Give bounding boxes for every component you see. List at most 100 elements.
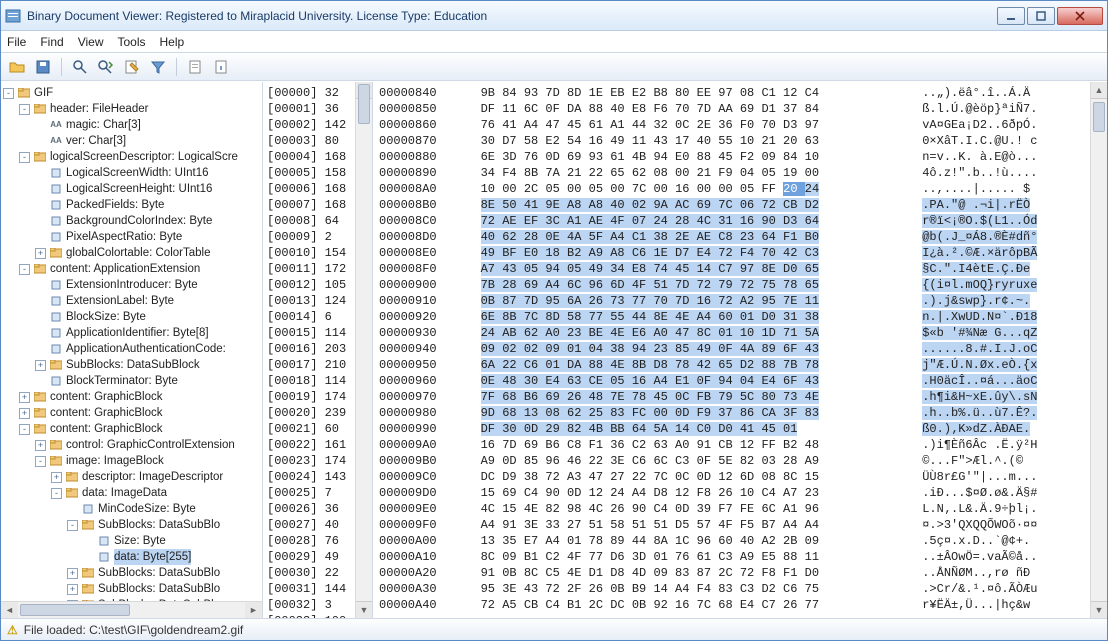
hex-row[interactable]: 00000880 6E 3D 76 0D 69 93 61 4B 94 E0 8… (379, 149, 1084, 165)
hex-row[interactable]: 000009C0 DC D9 38 72 A3 47 27 22 7C 0C 0… (379, 469, 1084, 485)
hex-row[interactable]: 00000890 34 F4 8B 7A 21 22 65 62 08 00 2… (379, 165, 1084, 181)
collapse-icon[interactable]: - (51, 488, 62, 499)
info-icon[interactable] (211, 57, 231, 77)
tree-row[interactable]: AAmagic: Char[3] (3, 117, 260, 133)
offset-row[interactable]: [00005] 158 (267, 165, 351, 181)
tree-row[interactable]: LogicalScreenHeight: UInt16 (3, 181, 260, 197)
expand-icon[interactable]: + (19, 392, 30, 403)
tree-row[interactable]: -logicalScreenDescriptor: LogicalScre (3, 149, 260, 165)
tree-row[interactable]: +content: GraphicBlock (3, 405, 260, 421)
tree-row[interactable]: +control: GraphicControlExtension (3, 437, 260, 453)
tree-row[interactable]: +content: GraphicBlock (3, 389, 260, 405)
hex-row[interactable]: 000008B0 8E 50 41 9E A8 A8 40 02 9A AC 6… (379, 197, 1084, 213)
offset-row[interactable]: [00003] 80 (267, 133, 351, 149)
offset-row[interactable]: [00007] 168 (267, 197, 351, 213)
offset-row[interactable]: [00001] 36 (267, 101, 351, 117)
offset-row[interactable]: [00011] 172 (267, 261, 351, 277)
offset-row[interactable]: [00025] 7 (267, 485, 351, 501)
tree-row[interactable]: BlockSize: Byte (3, 309, 260, 325)
collapse-icon[interactable]: - (35, 456, 46, 467)
menu-help[interactable]: Help (160, 35, 185, 49)
offset-row[interactable]: [00000] 32 (267, 85, 351, 101)
tree-row[interactable]: +globalColortable: ColorTable (3, 245, 260, 261)
tree-row[interactable]: BackgroundColorIndex: Byte (3, 213, 260, 229)
hex-row[interactable]: 00000990 DF 30 0D 29 82 4B BB 64 5A 14 C… (379, 421, 1084, 437)
offset-row[interactable]: [00024] 143 (267, 469, 351, 485)
tree-row[interactable]: ApplicationAuthenticationCode: (3, 341, 260, 357)
expand-icon[interactable]: + (51, 472, 62, 483)
expand-icon[interactable]: + (67, 568, 78, 579)
tree-row[interactable]: -content: GraphicBlock (3, 421, 260, 437)
offset-row[interactable]: [00016] 203 (267, 341, 351, 357)
tree-row[interactable]: LogicalScreenWidth: UInt16 (3, 165, 260, 181)
hex-row[interactable]: 00000A30 95 3E 43 72 2F 26 0B B9 14 A4 F… (379, 581, 1084, 597)
tree-row[interactable]: +SubBlocks: DataSubBlock (3, 357, 260, 373)
offset-row[interactable]: [00029] 49 (267, 549, 351, 565)
offset-row[interactable]: [00018] 114 (267, 373, 351, 389)
hex-row[interactable]: 00000980 9D 68 13 08 62 25 83 FC 00 0D F… (379, 405, 1084, 421)
find-icon[interactable] (70, 57, 90, 77)
tree-hscroll[interactable]: ◄► (1, 601, 262, 618)
hex-row[interactable]: 00000860 76 41 A4 47 45 61 A1 44 32 0C 2… (379, 117, 1084, 133)
offset-row[interactable]: [00015] 114 (267, 325, 351, 341)
collapse-icon[interactable]: - (67, 520, 78, 531)
tree-row[interactable]: -GIF (3, 85, 260, 101)
expand-icon[interactable]: + (35, 360, 46, 371)
tree-row[interactable]: ExtensionIntroducer: Byte (3, 277, 260, 293)
offset-row[interactable]: [00031] 144 (267, 581, 351, 597)
offset-row[interactable]: [00027] 40 (267, 517, 351, 533)
tree-row[interactable]: Size: Byte (3, 533, 260, 549)
hex-row[interactable]: 00000A20 91 0B 8C C5 4E D1 D8 4D 09 83 8… (379, 565, 1084, 581)
hex-row[interactable]: 00000940 09 02 02 09 01 04 38 94 23 85 4… (379, 341, 1084, 357)
hex-row[interactable]: 00000850 DF 11 6C 0F DA 88 40 E8 F6 70 7… (379, 101, 1084, 117)
tree-row[interactable]: +SubBlocks: DataSubBlo (3, 565, 260, 581)
offset-row[interactable]: [00004] 168 (267, 149, 351, 165)
expand-icon[interactable]: + (19, 408, 30, 419)
offset-row[interactable]: [00019] 174 (267, 389, 351, 405)
offset-row[interactable]: [00013] 124 (267, 293, 351, 309)
hex-row[interactable]: 00000920 6E 8B 7C 8D 58 77 55 44 8E 4E A… (379, 309, 1084, 325)
tree-row[interactable]: -content: ApplicationExtension (3, 261, 260, 277)
offset-row[interactable]: [00020] 239 (267, 405, 351, 421)
collapse-icon[interactable]: - (19, 264, 30, 275)
hex-vscroll[interactable]: ▲▼ (1090, 82, 1107, 618)
hex-row[interactable]: 000008D0 40 62 28 0E 4A 5F A4 C1 38 2E A… (379, 229, 1084, 245)
tree-row[interactable]: +descriptor: ImageDescriptor (3, 469, 260, 485)
hex-row[interactable]: 00000840 9B 84 93 7D 8D 1E EB E2 B8 80 E… (379, 85, 1084, 101)
tree-row[interactable]: MinCodeSize: Byte (3, 501, 260, 517)
menu-find[interactable]: Find (40, 35, 63, 49)
hex-row[interactable]: 000009B0 A9 0D 85 96 46 22 3E C6 6C C3 0… (379, 453, 1084, 469)
hex-row[interactable]: 00000A40 72 A5 CB C4 B1 2C DC 0B 92 16 7… (379, 597, 1084, 613)
offset-row[interactable]: [00008] 64 (267, 213, 351, 229)
hex-row[interactable]: 00000A00 13 35 E7 A4 01 78 89 44 8A 1C 9… (379, 533, 1084, 549)
offset-row[interactable]: [00023] 174 (267, 453, 351, 469)
offset-row[interactable]: [00032] 3 (267, 597, 351, 613)
tree-row[interactable]: +SubBlocks: DataSubBlo (3, 581, 260, 597)
tree-row[interactable]: PixelAspectRatio: Byte (3, 229, 260, 245)
tree-row[interactable]: -data: ImageData (3, 485, 260, 501)
open-icon[interactable] (7, 57, 27, 77)
find-next-icon[interactable] (96, 57, 116, 77)
hex-row[interactable]: 00000960 0E 48 30 E4 63 CE 05 16 A4 E1 0… (379, 373, 1084, 389)
tree-row[interactable]: ExtensionLabel: Byte (3, 293, 260, 309)
close-button[interactable] (1057, 7, 1103, 25)
hex-row[interactable]: 000009A0 16 7D 69 B6 C8 F1 36 C2 63 A0 9… (379, 437, 1084, 453)
offset-row[interactable]: [00028] 76 (267, 533, 351, 549)
hex-row[interactable]: 000009D0 15 69 C4 90 0D 12 24 A4 D8 12 F… (379, 485, 1084, 501)
hex-row[interactable]: 00000900 7B 28 69 A4 6C 96 6D 4F 51 7D 7… (379, 277, 1084, 293)
offsets-list[interactable]: [00000] 32[00001] 36[00002] 142[00003] 8… (263, 82, 355, 618)
menu-file[interactable]: File (7, 35, 26, 49)
structure-tree[interactable]: -GIF-header: FileHeaderAAmagic: Char[3]A… (1, 82, 262, 601)
offset-row[interactable]: [00002] 142 (267, 117, 351, 133)
hex-row[interactable]: 00000930 24 AB 62 A0 23 BE 4E E6 A0 47 8… (379, 325, 1084, 341)
hex-row[interactable]: 00000870 30 D7 58 E2 54 16 49 11 43 17 4… (379, 133, 1084, 149)
offset-row[interactable]: [00014] 6 (267, 309, 351, 325)
expand-icon[interactable]: + (67, 584, 78, 595)
hex-row[interactable]: 000008F0 A7 43 05 94 05 49 34 E8 74 45 1… (379, 261, 1084, 277)
offset-row[interactable]: [00022] 161 (267, 437, 351, 453)
hex-row[interactable]: 000008E0 49 BF E0 18 B2 A9 A8 C6 1E D7 E… (379, 245, 1084, 261)
hex-row[interactable]: 000009F0 A4 91 3E 33 27 51 58 51 51 D5 5… (379, 517, 1084, 533)
filter-icon[interactable] (148, 57, 168, 77)
offset-row[interactable]: [00006] 168 (267, 181, 351, 197)
hex-dump[interactable]: 00000840 9B 84 93 7D 8D 1E EB E2 B8 80 E… (373, 82, 1090, 618)
